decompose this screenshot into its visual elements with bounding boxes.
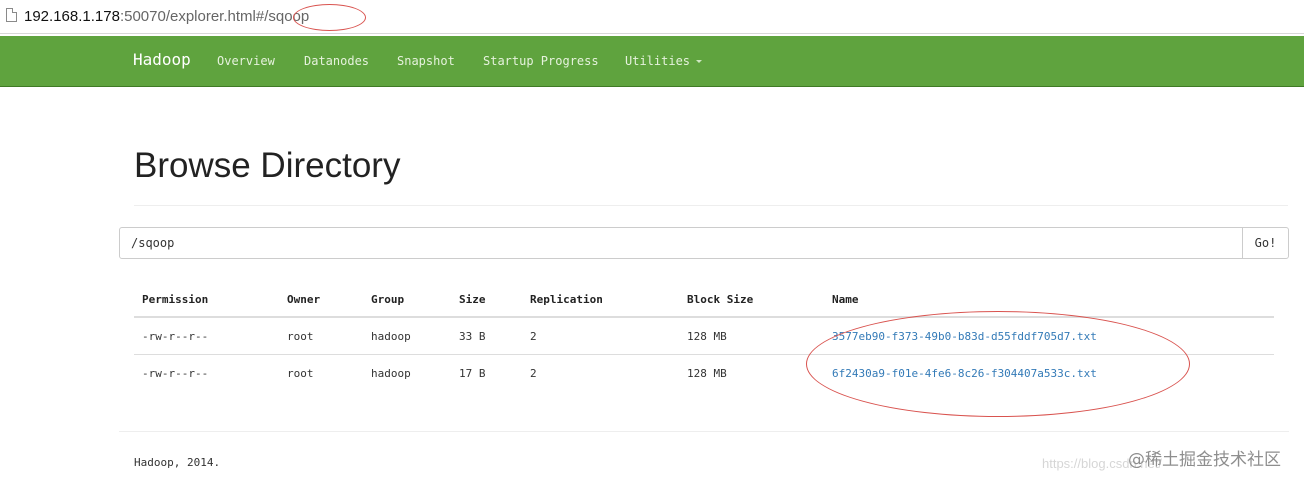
top-navbar: Hadoop Overview Datanodes Snapshot Start… xyxy=(0,36,1304,87)
directory-listing-table: Permission Owner Group Size Replication … xyxy=(134,283,1274,391)
cell-size: 33 B xyxy=(451,317,522,355)
cell-name: 6f2430a9-f01e-4fe6-8c26-f304407a533c.txt xyxy=(824,355,1274,392)
cell-group: hadoop xyxy=(371,366,411,380)
page-icon xyxy=(6,8,17,22)
browser-page: 192.168.1.178:50070/explorer.html#/sqoop… xyxy=(0,0,1304,482)
cell-owner: root xyxy=(279,317,363,355)
cell-size: 17 B xyxy=(459,366,486,380)
footer-text: Hadoop, 2014. xyxy=(134,456,221,469)
directory-path-input[interactable] xyxy=(119,227,1243,259)
file-link[interactable]: 6f2430a9-f01e-4fe6-8c26-f304407a533c.txt xyxy=(832,367,1097,380)
footer-divider xyxy=(119,431,1289,432)
cell-replication: 2 xyxy=(530,366,537,380)
title-divider xyxy=(134,205,1288,206)
annotation-circle-url xyxy=(293,4,366,31)
cell-block-size: 128 MB xyxy=(679,317,824,355)
nav-utilities-label: Utilities xyxy=(625,54,691,68)
table-row: -rw-r--r-- root hadoop 33 B 2 128 MB 357… xyxy=(134,317,1274,355)
column-header-block-size[interactable]: Block Size xyxy=(679,283,824,318)
cell-block-size: 128 MB xyxy=(687,366,727,380)
url-text[interactable]: 192.168.1.178:50070/explorer.html#/sqoop xyxy=(24,8,309,26)
cell-permission: -rw-r--r-- xyxy=(142,366,209,380)
table-row: -rw-r--r-- root hadoop 17 B 2 128 MB 6f2… xyxy=(134,355,1274,392)
cell-replication: 2 xyxy=(522,317,679,355)
column-header-name[interactable]: Name xyxy=(824,283,1274,318)
url-host: 192.168.1.178 xyxy=(24,8,120,25)
caret-down-icon xyxy=(696,60,703,63)
table-header-row: Permission Owner Group Size Replication … xyxy=(134,283,1274,318)
file-link[interactable]: 3577eb90-f373-49b0-b83d-d55fddf705d7.txt xyxy=(832,330,1097,343)
nav-utilities-dropdown[interactable]: Utilities xyxy=(625,54,703,68)
cell-group: hadoop xyxy=(363,317,451,355)
nav-startup-progress[interactable]: Startup Progress xyxy=(483,54,599,68)
column-header-group[interactable]: Group xyxy=(363,283,451,318)
url-path: :50070/explorer.html# xyxy=(119,8,265,25)
cell-permission: -rw-r--r-- xyxy=(134,317,279,355)
brand-link[interactable]: Hadoop xyxy=(133,50,191,69)
column-header-permission[interactable]: Permission xyxy=(134,283,279,318)
nav-datanodes[interactable]: Datanodes xyxy=(304,54,369,68)
column-header-replication[interactable]: Replication xyxy=(522,283,679,318)
column-header-size[interactable]: Size xyxy=(451,283,522,318)
go-button[interactable]: Go! xyxy=(1242,227,1289,259)
column-header-owner[interactable]: Owner xyxy=(279,283,363,318)
cell-name: 3577eb90-f373-49b0-b83d-d55fddf705d7.txt xyxy=(824,317,1274,355)
address-bar[interactable]: 192.168.1.178:50070/explorer.html#/sqoop xyxy=(0,0,1304,34)
page-title: Browse Directory xyxy=(134,146,401,185)
nav-snapshot[interactable]: Snapshot xyxy=(397,54,455,68)
cell-owner: root xyxy=(287,366,314,380)
watermark-site: @稀土掘金技术社区 xyxy=(1128,450,1281,470)
nav-overview[interactable]: Overview xyxy=(217,54,275,68)
